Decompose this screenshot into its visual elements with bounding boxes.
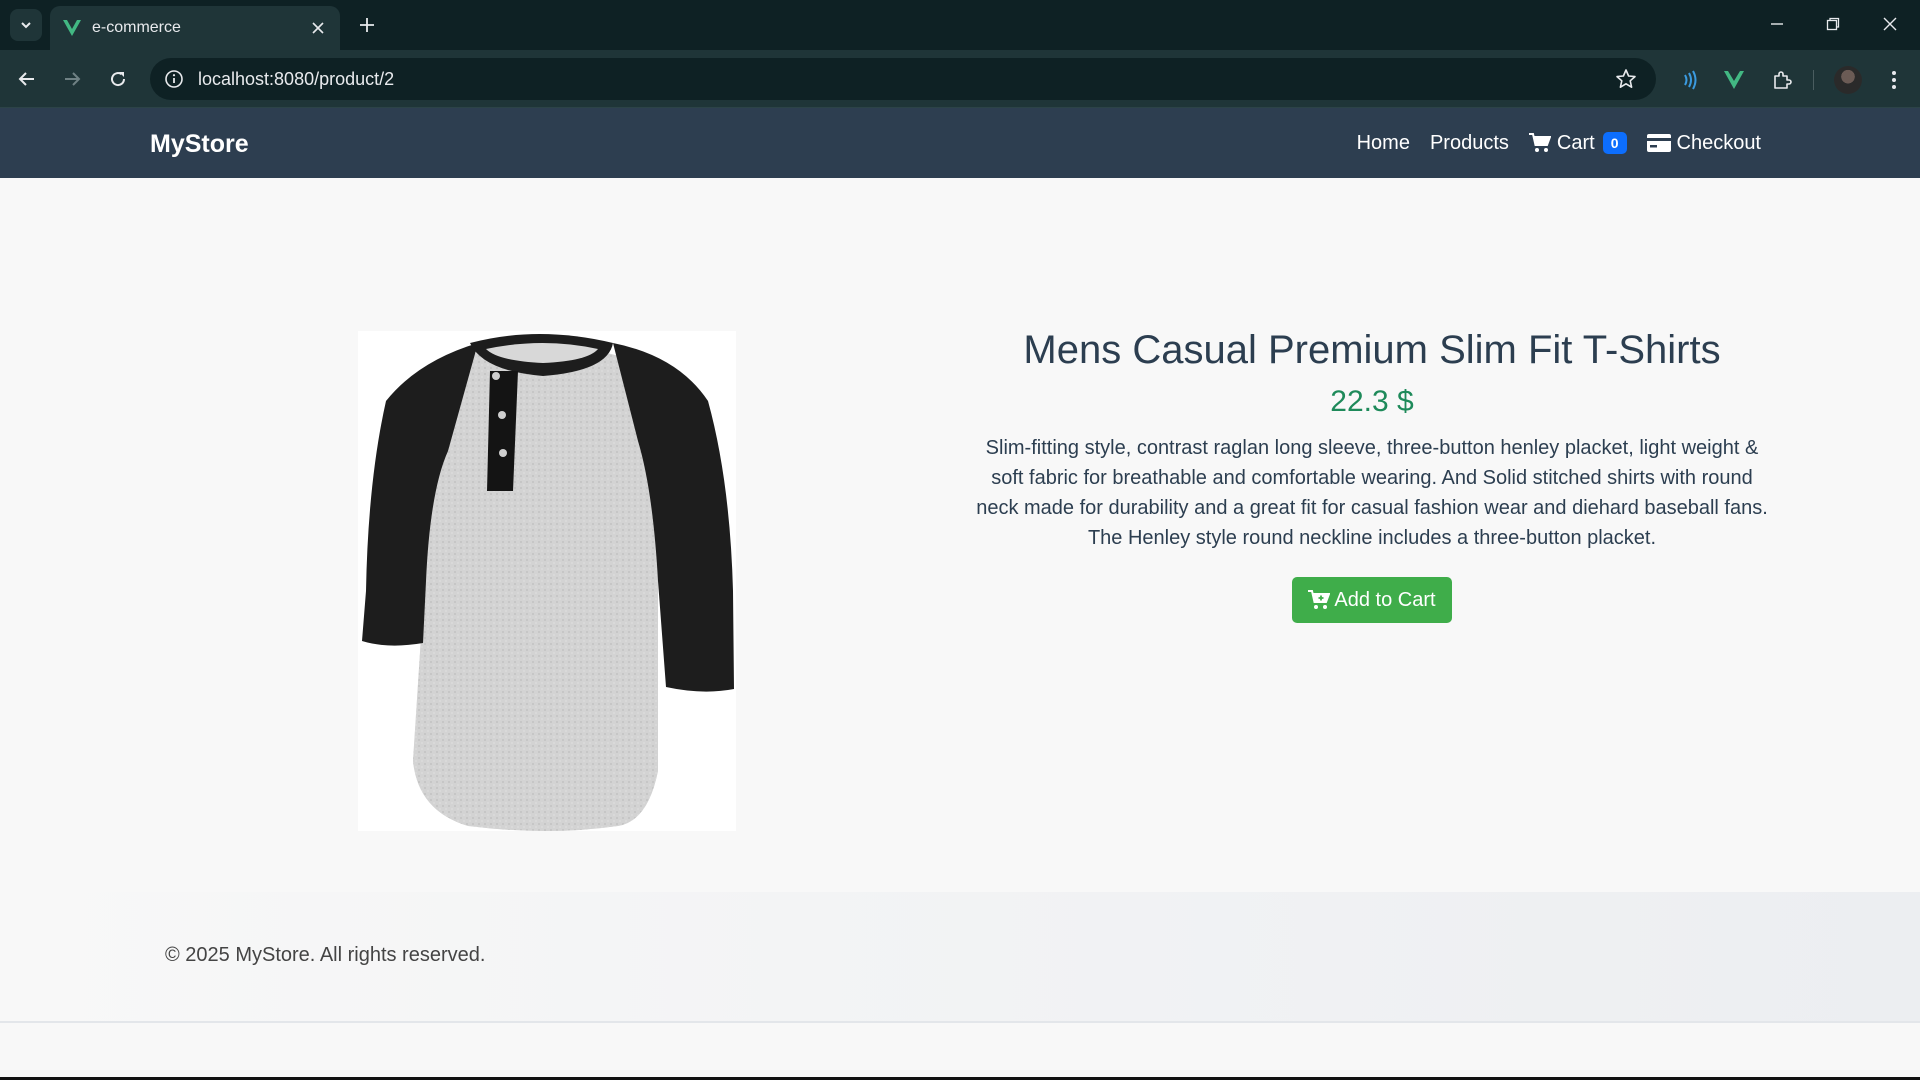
browser-toolbar: localhost:8080/product/2 [0, 50, 1920, 108]
nav-link-products-label: Products [1429, 131, 1509, 154]
chevron-down-icon [21, 22, 31, 29]
nav-link-checkout-label: Checkout [1676, 131, 1762, 154]
nav-link-products[interactable]: Products [1430, 132, 1509, 155]
close-window-button[interactable] [1878, 12, 1902, 36]
product-image [358, 331, 736, 831]
extension-wave-icon[interactable] [1675, 66, 1703, 94]
url-text: localhost:8080/product/2 [198, 68, 395, 89]
address-bar[interactable]: localhost:8080/product/2 [150, 58, 1656, 100]
minimize-button[interactable] [1765, 12, 1789, 36]
back-button[interactable] [14, 66, 40, 92]
site-info-icon[interactable] [162, 67, 186, 91]
restore-button[interactable] [1821, 12, 1845, 36]
footer-copyright: © 2025 MyStore. All rights reserved. [165, 944, 486, 966]
product-title: Mens Casual Premium Slim Fit T-Shirts [1023, 328, 1721, 372]
add-to-cart-label: Add to Cart [1334, 588, 1436, 611]
tab-list-button[interactable] [10, 9, 42, 41]
plus-icon [360, 18, 374, 32]
vue-logo-icon [63, 20, 81, 36]
browser-tab[interactable]: e-commerce [50, 6, 340, 50]
toolbar-separator [1813, 70, 1814, 90]
close-icon [1883, 17, 1897, 31]
nav-link-home-label: Home [1356, 131, 1410, 154]
bookmark-star-icon[interactable] [1612, 65, 1640, 93]
product-info: Mens Casual Premium Slim Fit T-Shirts 22… [970, 328, 1774, 623]
menu-kebab-icon[interactable] [1880, 66, 1908, 94]
nav-link-cart[interactable]: Cart 0 [1528, 131, 1627, 155]
nav-link-cart-label: Cart [1556, 131, 1595, 154]
new-tab-button[interactable] [355, 13, 379, 37]
nav-links: Home Products Cart 0 Checkout [1337, 108, 1761, 178]
nav-link-checkout[interactable]: Checkout [1646, 131, 1762, 155]
site-navbar: MyStore Home Products Cart 0 Checkout [0, 108, 1920, 178]
close-icon [312, 22, 324, 34]
vue-devtools-icon[interactable] [1720, 66, 1748, 94]
credit-card-icon [1646, 134, 1671, 152]
arrow-right-icon [65, 72, 81, 86]
brand-logo[interactable]: MyStore [150, 130, 249, 159]
cart-icon [1528, 133, 1551, 153]
cart-plus-icon [1308, 590, 1331, 610]
site-footer: © 2025 MyStore. All rights reserved. [0, 892, 1920, 1023]
product-price: 22.3 $ [1330, 385, 1414, 418]
cart-count-badge: 0 [1602, 132, 1627, 154]
reload-icon [111, 72, 126, 87]
product-description: Slim-fitting style, contrast raglan long… [976, 437, 1768, 549]
reload-button[interactable] [105, 66, 131, 92]
tab-close-button[interactable] [308, 18, 328, 38]
browser-tab-bar: e-commerce [0, 0, 1920, 50]
henley-shirt-image [362, 334, 734, 831]
restore-icon [1826, 17, 1840, 31]
tab-title: e-commerce [92, 19, 181, 36]
minimize-icon [1771, 23, 1783, 25]
add-to-cart-button[interactable]: Add to Cart [1292, 577, 1452, 623]
nav-link-home[interactable]: Home [1357, 132, 1410, 155]
profile-avatar[interactable] [1834, 66, 1862, 94]
extensions-puzzle-icon[interactable] [1768, 66, 1796, 94]
forward-button[interactable] [59, 66, 85, 92]
arrow-left-icon [18, 72, 34, 86]
